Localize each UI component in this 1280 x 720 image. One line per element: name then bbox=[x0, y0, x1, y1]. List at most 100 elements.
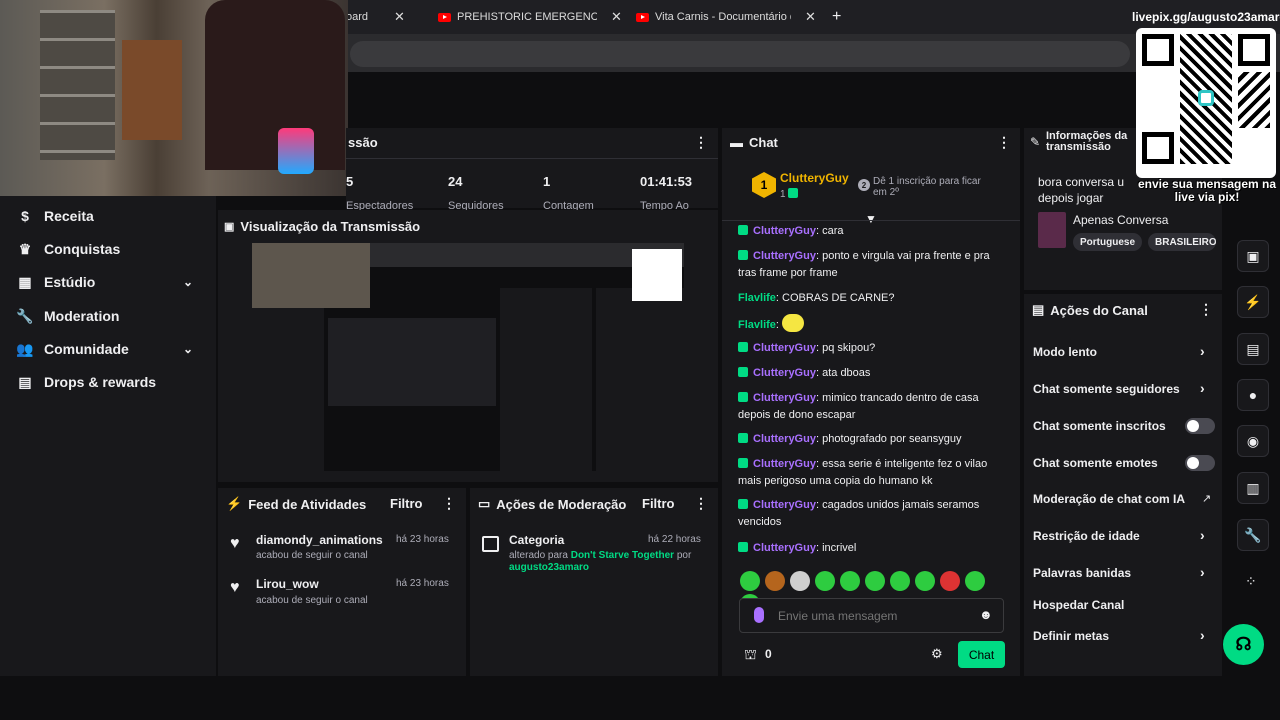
chat-message: ClutteryGuy: incrivel bbox=[738, 540, 1000, 557]
qr-code bbox=[1136, 28, 1276, 178]
sidebar-item-receita[interactable]: $ Receita bbox=[16, 206, 94, 226]
chat-bubble-icon[interactable]: ● bbox=[1237, 379, 1269, 411]
webcam-door bbox=[122, 40, 182, 140]
action-set-goals[interactable]: Definir metas bbox=[1033, 626, 1217, 646]
chevron-right-icon[interactable]: › bbox=[1200, 380, 1205, 396]
microphone-icon[interactable] bbox=[754, 607, 764, 623]
chat-username[interactable]: ClutteryGuy bbox=[753, 542, 816, 554]
sidebar-item-comunidade[interactable]: 👥 Comunidade ⌄ bbox=[16, 339, 216, 359]
sidebar-item-moderation[interactable]: 🔧 Moderation bbox=[16, 306, 119, 326]
sidebar-item-label: Drops & rewards bbox=[44, 374, 157, 390]
category-thumbnail[interactable] bbox=[1038, 212, 1066, 248]
tab-label: Vita Carnis - Documentário de bbox=[655, 11, 791, 23]
desc-prefix: alterado para bbox=[509, 550, 568, 561]
emote-icon[interactable] bbox=[865, 571, 885, 591]
sub-badge-icon bbox=[738, 225, 748, 235]
sub-badge-icon bbox=[788, 188, 799, 198]
emote-icon[interactable] bbox=[840, 571, 860, 591]
user-link[interactable]: augusto23amaro bbox=[509, 562, 589, 573]
tag[interactable]: Portuguese bbox=[1073, 233, 1143, 251]
layout-icon[interactable]: ▥ bbox=[1237, 472, 1269, 504]
more-options-icon[interactable]: ⋮ bbox=[442, 495, 456, 512]
feed-user[interactable]: diamondy_animations bbox=[256, 533, 383, 547]
chat-username[interactable]: ClutteryGuy bbox=[753, 342, 816, 354]
action-host-channel[interactable]: Hospedar Canal bbox=[1033, 595, 1124, 615]
chat-username[interactable]: ClutteryGuy bbox=[753, 392, 816, 404]
activity-filter-button[interactable]: Filtro bbox=[390, 496, 423, 511]
address-field[interactable] bbox=[350, 41, 1130, 67]
sub-badge-icon bbox=[738, 250, 748, 260]
more-options-icon[interactable]: ⋮ bbox=[997, 134, 1011, 151]
mod-filter-button[interactable]: Filtro bbox=[642, 496, 675, 511]
close-tab-icon[interactable]: ✕ bbox=[805, 9, 816, 25]
action-followers-only[interactable]: Chat somente seguidores bbox=[1033, 379, 1217, 399]
gift-text[interactable]: Dê 1 inscrição para ficar em 2º bbox=[873, 176, 993, 198]
emote-icon[interactable] bbox=[915, 571, 935, 591]
sidebar-item-estudio[interactable]: ▦ Estúdio ⌄ bbox=[16, 272, 216, 292]
chat-input[interactable] bbox=[778, 606, 968, 626]
more-options-icon[interactable]: ⋮ bbox=[694, 495, 708, 512]
emote-icon[interactable] bbox=[815, 571, 835, 591]
emote-icon[interactable] bbox=[790, 571, 810, 591]
support-headset-icon[interactable]: ☊ bbox=[1223, 624, 1264, 665]
leader-user[interactable]: ClutteryGuy bbox=[780, 171, 849, 185]
chat-username[interactable]: ClutteryGuy bbox=[753, 225, 816, 237]
chevron-right-icon[interactable]: › bbox=[1200, 564, 1205, 580]
chat-username[interactable]: ClutteryGuy bbox=[753, 367, 816, 379]
chat-username[interactable]: ClutteryGuy bbox=[753, 250, 816, 262]
browser-tab-vita-carnis[interactable]: Vita Carnis - Documentário de ✕ bbox=[636, 6, 816, 28]
points-count: 0 bbox=[765, 647, 772, 661]
emote-icon[interactable] bbox=[940, 571, 960, 591]
new-tab-button[interactable]: + bbox=[832, 8, 841, 26]
external-link-icon[interactable]: ↗ bbox=[1202, 492, 1211, 505]
broadcast-icon[interactable]: ◉ bbox=[1237, 425, 1269, 457]
chat-username[interactable]: ClutteryGuy bbox=[753, 499, 816, 511]
chat-send-button[interactable]: Chat bbox=[958, 641, 1005, 668]
chat-settings-icon[interactable]: ⚙ bbox=[931, 646, 943, 662]
action-slow-mode[interactable]: Modo lento bbox=[1033, 342, 1217, 362]
sidebar-item-drops[interactable]: ▤ Drops & rewards bbox=[16, 372, 156, 392]
action-label: Palavras banidas bbox=[1033, 566, 1132, 580]
stream-preview-video[interactable] bbox=[252, 243, 684, 471]
emoji-picker-icon[interactable]: ☻ bbox=[979, 607, 993, 622]
close-tab-icon[interactable]: ✕ bbox=[611, 9, 622, 25]
emote-icon[interactable] bbox=[740, 571, 760, 591]
category-name[interactable]: Apenas Conversa bbox=[1073, 213, 1168, 227]
apps-icon[interactable]: ⁘ bbox=[1245, 573, 1257, 590]
more-options-icon[interactable]: ⋮ bbox=[1199, 301, 1213, 318]
subs-only-toggle[interactable] bbox=[1185, 418, 1215, 434]
chat-username[interactable]: Flavlife bbox=[738, 319, 776, 331]
close-tab-icon[interactable]: ✕ bbox=[394, 9, 405, 25]
stream-title: bora conversa u depois jogar bbox=[1038, 175, 1125, 205]
chat-username[interactable]: ClutteryGuy bbox=[753, 433, 816, 445]
tab-label: oard bbox=[346, 11, 369, 23]
emotes-only-toggle[interactable] bbox=[1185, 455, 1215, 471]
game-link[interactable]: Don't Starve Together bbox=[571, 550, 674, 561]
emote-icon[interactable] bbox=[765, 571, 785, 591]
feed-user[interactable]: Lirou_wow bbox=[256, 577, 319, 591]
emote-icon[interactable] bbox=[965, 571, 985, 591]
chat-username[interactable]: Flavlife bbox=[738, 292, 776, 304]
browser-tab-dashboard[interactable]: oard ✕ bbox=[346, 6, 424, 28]
action-ai-moderation[interactable]: Moderação de chat com IA bbox=[1033, 489, 1217, 509]
points-icon[interactable]: ⛫ bbox=[744, 646, 757, 665]
notes-icon[interactable]: ▤ bbox=[1237, 333, 1269, 365]
chevron-down-icon[interactable]: ⌄ bbox=[183, 342, 193, 356]
chevron-right-icon[interactable]: › bbox=[1200, 527, 1205, 543]
chevron-down-icon[interactable]: ⌄ bbox=[183, 275, 193, 289]
wrench-icon[interactable]: 🔧 bbox=[1237, 519, 1269, 551]
lightning-icon[interactable]: ⚡ bbox=[1237, 286, 1269, 318]
chat-username[interactable]: ClutteryGuy bbox=[753, 458, 816, 470]
chevron-right-icon[interactable]: › bbox=[1200, 627, 1205, 643]
tag[interactable]: BRASILEIRO bbox=[1148, 233, 1216, 251]
browser-tab-prehistoric[interactable]: PREHISTORIC EMERGENCE: A V ✕ bbox=[438, 6, 622, 28]
tab-label: PREHISTORIC EMERGENCE: A V bbox=[457, 11, 597, 23]
chevron-right-icon[interactable]: › bbox=[1200, 343, 1205, 359]
sidebar-item-conquistas[interactable]: ♛ Conquistas bbox=[16, 239, 121, 259]
preview-toggle-icon[interactable]: ▣ bbox=[1237, 240, 1269, 272]
action-age-restriction[interactable]: Restrição de idade bbox=[1033, 526, 1217, 546]
more-options-icon[interactable]: ⋮ bbox=[694, 134, 708, 151]
action-banned-words[interactable]: Palavras banidas bbox=[1033, 563, 1217, 583]
emote-icon[interactable] bbox=[890, 571, 910, 591]
chat-text: pq skipou? bbox=[822, 342, 876, 354]
